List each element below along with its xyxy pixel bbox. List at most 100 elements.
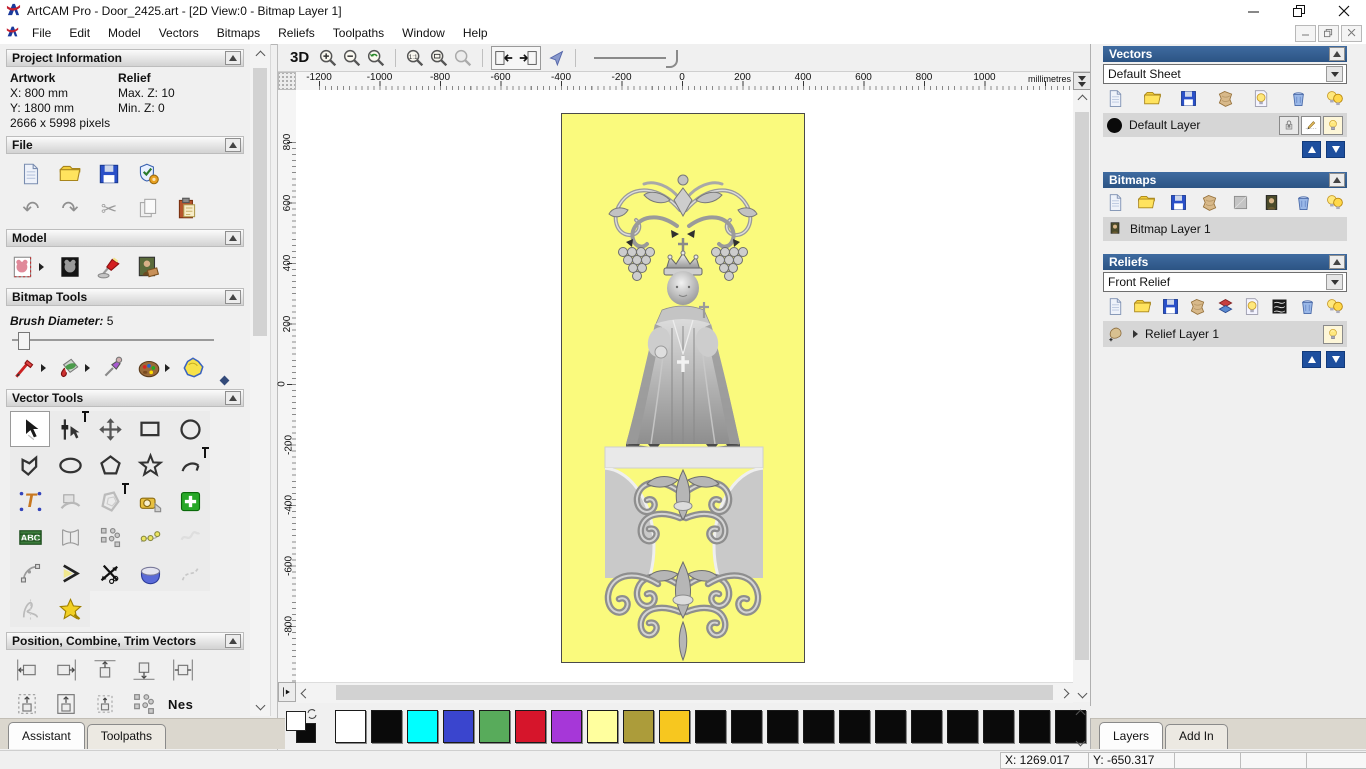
palette-scroll-up-icon[interactable] xyxy=(1075,709,1085,720)
lighting-icon[interactable] xyxy=(96,254,122,280)
menu-window[interactable]: Window xyxy=(393,24,454,42)
create-star-tool[interactable] xyxy=(130,447,170,483)
menu-vectors[interactable]: Vectors xyxy=(150,24,208,42)
lock-icon[interactable] xyxy=(1279,115,1299,135)
node-editing-tool[interactable] xyxy=(50,411,90,447)
create-circle-tool[interactable] xyxy=(170,411,210,447)
collapse-button[interactable] xyxy=(225,290,241,304)
2d-view[interactable] xyxy=(296,90,1073,682)
palette-icon[interactable] xyxy=(136,355,170,381)
zoom-prev-icon[interactable] xyxy=(365,47,387,69)
scrollbar-thumb[interactable] xyxy=(336,685,1053,700)
page-icon[interactable] xyxy=(1105,88,1126,109)
create-ellipse-tool[interactable] xyxy=(50,447,90,483)
brush-diameter-slider[interactable] xyxy=(10,332,214,350)
bulb-page-icon[interactable] xyxy=(1251,88,1272,109)
create-polyline-tool[interactable] xyxy=(10,447,50,483)
scrollbar-thumb[interactable] xyxy=(1075,112,1089,660)
block-copy-icon[interactable] xyxy=(129,690,159,718)
flood-fill-icon[interactable] xyxy=(180,355,206,381)
mdi-close-button[interactable] xyxy=(1341,24,1362,42)
primary-secondary-colours[interactable] xyxy=(286,709,320,745)
chevron-down-icon[interactable] xyxy=(1326,274,1343,290)
project-information-header[interactable]: Project Information xyxy=(6,49,244,67)
artwork-bitmap[interactable] xyxy=(561,113,805,663)
floppy-icon[interactable] xyxy=(1160,296,1181,317)
palette-swatch[interactable] xyxy=(947,710,978,743)
grey-square-icon[interactable] xyxy=(1230,192,1251,213)
palette-swatch[interactable] xyxy=(443,710,474,743)
menu-model[interactable]: Model xyxy=(99,24,150,42)
scroll-down-button[interactable] xyxy=(1073,684,1091,702)
vector-tools-header[interactable]: Vector Tools xyxy=(6,389,244,407)
menu-bitmaps[interactable]: Bitmaps xyxy=(208,24,269,42)
scroll-right-button[interactable] xyxy=(1055,683,1073,703)
trash-icon[interactable] xyxy=(1288,88,1309,109)
palette-swatch[interactable] xyxy=(587,710,618,743)
center-page-icon[interactable] xyxy=(168,656,198,684)
snap-in-icon[interactable] xyxy=(493,47,515,69)
align-b2-icon[interactable] xyxy=(51,690,81,718)
nesting-label[interactable]: Nes xyxy=(168,697,193,712)
collapse-button[interactable] xyxy=(1329,47,1345,61)
palette-swatch[interactable] xyxy=(695,710,726,743)
palette-swatch[interactable] xyxy=(335,710,366,743)
blue-cursor-icon[interactable] xyxy=(545,47,567,69)
align-right-icon[interactable] xyxy=(51,656,81,684)
palette-scroll-down-icon[interactable] xyxy=(1075,736,1085,747)
zoom-in-icon[interactable] xyxy=(317,47,339,69)
align-b1-icon[interactable] xyxy=(12,690,42,718)
zoom-box-icon[interactable] xyxy=(428,47,450,69)
scroll-up-button[interactable] xyxy=(1073,90,1091,108)
palette-swatch[interactable] xyxy=(731,710,762,743)
create-text-tool[interactable] xyxy=(10,483,50,519)
slice-vectors-tool[interactable] xyxy=(10,591,50,627)
menu-edit[interactable]: Edit xyxy=(60,24,99,42)
merge-icon[interactable] xyxy=(1199,192,1220,213)
restore-button[interactable] xyxy=(1276,0,1321,22)
collapse-button[interactable] xyxy=(225,138,241,152)
snap-buttons[interactable] xyxy=(491,45,542,70)
bulb-page-icon[interactable] xyxy=(1242,296,1263,317)
wrap-text-tool[interactable] xyxy=(50,483,90,519)
dashed-profile-tool[interactable] xyxy=(170,555,210,591)
folder-icon[interactable] xyxy=(1142,88,1163,109)
assistant-scrollbar[interactable] xyxy=(250,44,271,716)
palette-swatch[interactable] xyxy=(839,710,870,743)
palette-swatch[interactable] xyxy=(407,710,438,743)
spin-relief-tool[interactable] xyxy=(130,555,170,591)
create-rectangle-tool[interactable] xyxy=(130,411,170,447)
palette-swatch[interactable] xyxy=(371,710,402,743)
offset-vector-tool[interactable] xyxy=(90,483,130,519)
envelope-distort-tool[interactable] xyxy=(50,519,90,555)
palette-swatch[interactable] xyxy=(659,710,690,743)
zebra-icon[interactable] xyxy=(1269,296,1290,317)
horizontal-scrollbar[interactable] xyxy=(296,682,1073,703)
bulbs-icon[interactable] xyxy=(1324,88,1345,109)
collapse-button[interactable] xyxy=(1329,255,1345,269)
palette-swatch[interactable] xyxy=(479,710,510,743)
move-layer-up-button[interactable] xyxy=(1302,351,1321,368)
create-polygon-tool[interactable] xyxy=(90,447,130,483)
zoom-11-icon[interactable] xyxy=(404,47,426,69)
ruler-units-dropdown[interactable] xyxy=(1073,72,1091,90)
collapse-button[interactable] xyxy=(225,231,241,245)
relief-layer-row[interactable]: Relief Layer 1 xyxy=(1103,321,1347,347)
palette-swatch[interactable] xyxy=(551,710,582,743)
folder-icon[interactable] xyxy=(1136,192,1157,213)
vector-layer-row[interactable]: Default Layer xyxy=(1103,113,1347,137)
model-section-header[interactable]: Model xyxy=(6,229,244,247)
copy-icon[interactable] xyxy=(135,195,161,221)
mdi-restore-button[interactable] xyxy=(1318,24,1339,42)
collapse-button[interactable] xyxy=(225,391,241,405)
collapse-button[interactable] xyxy=(225,51,241,65)
chevron-down-icon[interactable] xyxy=(1326,66,1343,82)
mdi-minimize-button[interactable] xyxy=(1295,24,1316,42)
vectors-panel-header[interactable]: Vectors xyxy=(1103,46,1347,62)
slider-thumb[interactable] xyxy=(18,332,30,350)
mona-icon[interactable] xyxy=(1261,192,1282,213)
vector-doctor-tool[interactable] xyxy=(50,591,90,627)
tab-add-in[interactable]: Add In xyxy=(1165,724,1228,749)
scroll-up-button[interactable] xyxy=(250,46,270,64)
scroll-left-button[interactable] xyxy=(296,683,314,703)
